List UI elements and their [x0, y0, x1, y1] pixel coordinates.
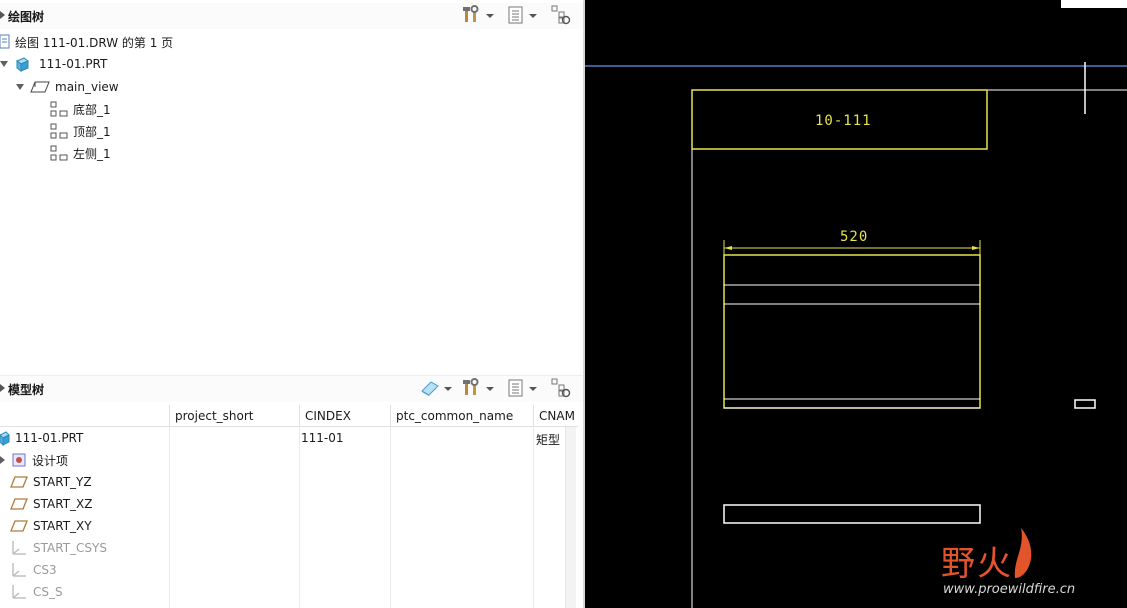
- eraser-button[interactable]: [420, 379, 452, 399]
- tree-item-label: 左侧_1: [73, 146, 111, 161]
- expand-arrow-icon[interactable]: [0, 61, 8, 67]
- dimension-text[interactable]: 520: [840, 229, 868, 245]
- model-tree-item-design[interactable]: 设计项: [0, 450, 68, 470]
- drawing-canvas[interactable]: 10-111 520 野火 www.proewildfire.cn: [585, 0, 1127, 608]
- drawing-svg: [585, 0, 1127, 608]
- tree-item-label: 顶部_1: [73, 124, 111, 139]
- settings-tools-button[interactable]: [462, 377, 494, 401]
- tree-item-view-bottom[interactable]: 底部_1: [50, 99, 111, 119]
- column-divider: [169, 427, 170, 608]
- collapse-arrow-icon[interactable]: [0, 11, 5, 19]
- part-icon: [0, 430, 10, 446]
- show-button[interactable]: [507, 379, 537, 399]
- chevron-down-icon: [486, 387, 494, 391]
- model-tree-item-cs3[interactable]: CS3: [10, 560, 57, 580]
- projection-view-icon: [50, 101, 68, 117]
- model-tree-root[interactable]: 111-01.PRT: [0, 428, 83, 448]
- chevron-down-icon: [529, 387, 537, 391]
- watermark-url: www.proewildfire.cn: [943, 582, 1076, 597]
- hammer-wrench-icon: [462, 377, 482, 401]
- eraser-icon: [420, 379, 440, 400]
- tree-item-label: 绘图 111-01.DRW 的第 1 页: [15, 35, 174, 50]
- watermark-logo-text: 野火: [941, 544, 1013, 584]
- collapse-arrow-icon[interactable]: [0, 384, 5, 392]
- tree-item-label: 111-01.PRT: [15, 431, 84, 445]
- column-header-ptc-common-name[interactable]: ptc_common_name: [391, 405, 534, 427]
- chevron-down-icon: [486, 14, 494, 18]
- model-tree-item-start-xz[interactable]: START_XZ: [10, 494, 92, 514]
- cname-value: 矩型: [536, 433, 561, 447]
- hammer-wrench-icon: [462, 4, 482, 28]
- coordinate-system-icon: [10, 562, 28, 578]
- tree-item-label: 111-01.PRT: [39, 57, 108, 71]
- design-item-icon: [11, 452, 27, 468]
- tree-item-label: START_YZ: [33, 475, 92, 489]
- projection-view-icon: [50, 123, 68, 139]
- model-tree-title: 模型树: [8, 383, 45, 397]
- settings-tools-button[interactable]: [462, 4, 494, 28]
- filter-settings-button[interactable]: [551, 378, 571, 401]
- tree-item-part[interactable]: 111-01.PRT: [0, 54, 107, 74]
- tree-item-label: START_XZ: [33, 497, 93, 511]
- expand-arrow-icon[interactable]: [16, 84, 24, 90]
- column-header-cname[interactable]: CNAM: [534, 405, 578, 427]
- column-divider: [390, 427, 391, 608]
- left-panel: 绘图树 绘图 111-01.DRW 的第 1 页 111-01.PRT main…: [0, 0, 583, 608]
- list-view-icon: [507, 378, 525, 401]
- filter-settings-button[interactable]: [551, 5, 571, 28]
- coordinate-system-icon: [10, 540, 28, 556]
- vertical-scrollbar[interactable]: [565, 427, 576, 608]
- list-view-icon: [507, 5, 525, 28]
- tree-item-label: 底部_1: [73, 102, 111, 117]
- tree-item-sheet[interactable]: 绘图 111-01.DRW 的第 1 页: [0, 32, 173, 52]
- chevron-down-icon: [529, 14, 537, 18]
- model-tree-header: 模型树: [0, 375, 583, 402]
- tree-filter-icon: [551, 5, 571, 28]
- tree-filter-icon: [551, 378, 571, 401]
- show-button[interactable]: [507, 6, 537, 26]
- tree-item-label: 设计项: [32, 453, 69, 468]
- drawing-tree-header: 绘图树: [0, 3, 583, 29]
- cindex-value: 111-01: [301, 431, 344, 445]
- tree-item-label: CS3: [33, 563, 57, 577]
- projection-view-icon: [50, 145, 68, 161]
- tree-item-label: START_CSYS: [33, 541, 107, 555]
- coordinate-system-icon: [10, 584, 28, 600]
- chevron-down-icon: [444, 387, 452, 391]
- column-header-cindex[interactable]: CINDEX: [300, 405, 391, 427]
- view-icon: [30, 79, 50, 95]
- drawing-sheet-icon: [0, 34, 10, 50]
- dimension-arrow-left: [724, 246, 732, 250]
- tree-item-main-view[interactable]: main_view: [16, 77, 119, 97]
- column-divider: [299, 427, 300, 608]
- side-view-outline[interactable]: [1074, 399, 1096, 409]
- model-tree-item-start-csys[interactable]: START_CSYS: [10, 538, 107, 558]
- tree-item-label: START_XY: [33, 519, 92, 533]
- datum-plane-icon: [10, 498, 28, 510]
- main-view-outline[interactable]: [723, 254, 981, 409]
- expand-arrow-icon[interactable]: [0, 456, 5, 464]
- datum-plane-icon: [10, 520, 28, 532]
- model-tree-item-cs-s[interactable]: CS_S: [10, 582, 63, 602]
- tree-item-view-left[interactable]: 左侧_1: [50, 143, 111, 163]
- datum-plane-icon: [10, 476, 28, 488]
- dimension-arrow-right: [972, 246, 980, 250]
- tree-item-view-top[interactable]: 顶部_1: [50, 121, 111, 141]
- title-block-text: 10-111: [815, 113, 872, 129]
- mini-toolbar[interactable]: [1061, 0, 1127, 8]
- drawing-tree-title: 绘图树: [8, 10, 45, 24]
- model-tree-item-start-yz[interactable]: START_YZ: [10, 472, 92, 492]
- part-icon: [14, 56, 30, 72]
- flame-logo-icon: [1014, 528, 1032, 578]
- tree-item-label: CS_S: [33, 585, 63, 599]
- column-header-project-short[interactable]: project_short: [170, 405, 300, 427]
- model-tree-item-start-xy[interactable]: START_XY: [10, 516, 92, 536]
- column-divider: [533, 427, 534, 608]
- bottom-view-outline[interactable]: [723, 504, 981, 524]
- tree-item-label: main_view: [55, 80, 119, 94]
- column-header-tree[interactable]: [0, 405, 170, 427]
